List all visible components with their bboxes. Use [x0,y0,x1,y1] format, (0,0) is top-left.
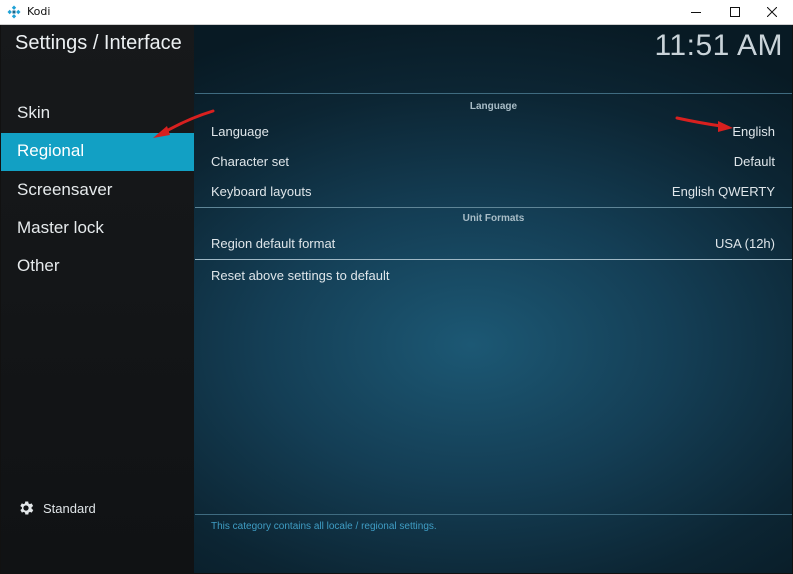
settings-level-label: Standard [43,500,96,516]
sidebar-item-master-lock[interactable]: Master lock [1,210,194,248]
kodi-app: Settings / Interface Skin Regional Scree… [1,25,792,573]
footer-divider [195,514,792,515]
annotation-arrow-icon [153,109,215,138]
close-button[interactable] [753,0,791,24]
gear-icon [20,501,34,515]
section-header-language: Language [469,101,518,112]
section-divider [195,259,792,260]
sidebar-item-label: Master lock [17,218,104,237]
minimize-icon [691,12,701,13]
maximize-button[interactable] [716,0,754,24]
setting-label: Region default format [211,236,336,251]
sidebar-item-label: Skin [17,103,51,122]
setting-row-character-set[interactable]: Character set Default [195,147,792,177]
sidebar-item-other[interactable]: Other [1,248,194,286]
section-divider [195,207,792,208]
kodi-logo-icon [7,5,21,19]
setting-label: Character set [211,154,290,169]
sidebar-item-label: Regional [17,141,85,160]
page-title: Settings / Interface [15,32,182,54]
settings-panel: Language Language English Character set … [195,25,792,573]
maximize-icon [730,7,740,17]
setting-value: Default [733,154,775,169]
settings-level-button[interactable]: Standard [17,498,96,518]
setting-value: English [732,124,775,139]
setting-label: Language [211,124,269,139]
setting-row-region-default-format[interactable]: Region default format USA (12h) [195,229,792,259]
sidebar-item-label: Screensaver [17,180,113,199]
reset-settings-label: Reset above settings to default [211,268,390,283]
section-header-unit-formats: Unit Formats [462,213,525,224]
reset-settings-button[interactable]: Reset above settings to default [195,261,792,291]
sidebar-item-label: Other [17,256,60,275]
close-icon [767,7,777,17]
sidebar-item-screensaver[interactable]: Screensaver [1,172,194,210]
window-title: Kodi [27,5,51,18]
annotation-arrow-icon [675,116,733,132]
window-titlebar: Kodi [0,0,793,25]
panel-top-divider [195,93,792,94]
setting-label: Keyboard layouts [211,184,312,199]
setting-row-keyboard-layouts[interactable]: Keyboard layouts English QWERTY [195,177,792,207]
minimize-button[interactable] [677,0,715,24]
category-description: This category contains all locale / regi… [211,521,437,532]
setting-value: USA (12h) [715,236,775,251]
setting-value: English QWERTY [671,184,775,199]
